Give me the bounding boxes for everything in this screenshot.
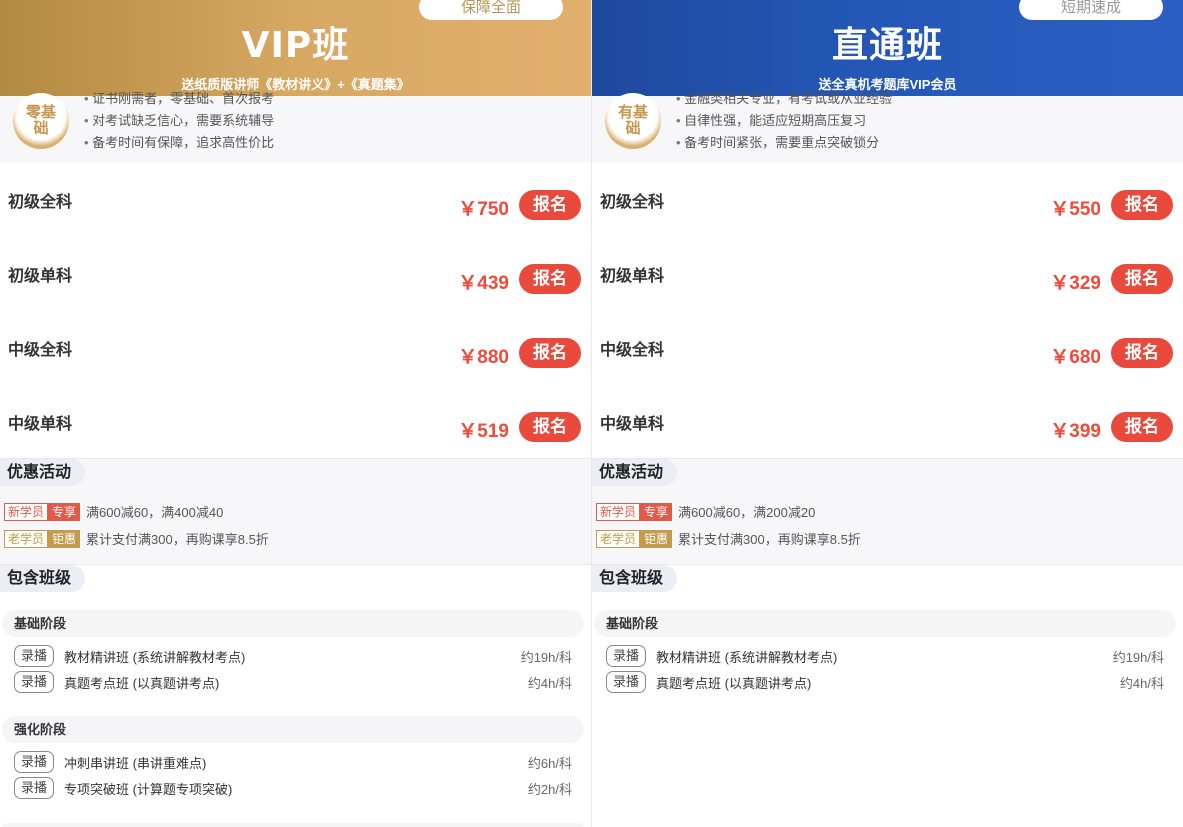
class-item: 录播 真题考点班 (以真题讲考点) 约4h/科	[14, 670, 572, 694]
class-item: 录播 专项突破班 (计算题专项突破) 约2h/科	[14, 776, 572, 800]
level-badge-icon: 零基础	[13, 93, 69, 149]
direct-class-column: 短期速成 直通班 送全真机考题库VIP会员 有基础 金融类相关专业，有考试或从业…	[592, 0, 1183, 827]
recorded-tag: 录播	[14, 751, 54, 773]
signup-button[interactable]: 报名	[519, 190, 581, 220]
vip-header: 保障全面 VIP班 送纸质版讲师《教材讲义》+《真题集》	[0, 0, 591, 96]
class-duration: 约19h/科	[1112, 649, 1164, 665]
profile-item: 备考时间紧张，需要重点突破锁分	[676, 132, 892, 154]
promo-new-text: 满600减60，满200减20	[678, 505, 816, 520]
profile-item: 证书刚需者，零基础、首次报考	[84, 88, 274, 110]
course-price: ￥680	[1050, 347, 1101, 368]
class-duration: 约4h/科	[527, 675, 572, 691]
course-name: 中级全科	[600, 342, 665, 359]
included-title: 包含班级	[0, 565, 86, 592]
stage-header: 基础阶段	[594, 610, 1176, 637]
recorded-tag: 录播	[14, 645, 54, 667]
class-duration: 约4h/科	[1119, 675, 1164, 691]
direct-tag: 短期速成	[1019, 0, 1163, 20]
course-price: ￥399	[1050, 421, 1101, 442]
course-row: 中级全科 ￥680 报名	[592, 310, 1183, 384]
course-price: ￥329	[1050, 273, 1101, 294]
profile-item: 自律性强，能适应短期高压复习	[676, 110, 892, 132]
course-name: 中级单科	[8, 416, 73, 433]
vip-class-column: 保障全面 VIP班 送纸质版讲师《教材讲义》+《真题集》 零基础 证书刚需者，零…	[0, 0, 592, 827]
course-price: ￥880	[458, 347, 509, 368]
signup-button[interactable]: 报名	[1111, 264, 1173, 294]
profile-item: 对考试缺乏信心，需要系统辅导	[84, 110, 274, 132]
course-name: 初级单科	[600, 268, 665, 285]
signup-button[interactable]: 报名	[1111, 412, 1173, 442]
recorded-tag: 录播	[14, 777, 54, 799]
vip-profile: 零基础 证书刚需者，零基础、首次报考 对考试缺乏信心，需要系统辅导 备考时间有保…	[0, 91, 591, 162]
recorded-tag: 录播	[606, 645, 646, 667]
signup-button[interactable]: 报名	[1111, 190, 1173, 220]
course-price: ￥519	[458, 421, 509, 442]
new-student-tag: 新学员 专享	[596, 502, 673, 521]
included-section: 包含班级 基础阶段 录播 教材精讲班 (系统讲解教材考点) 约19h/科 录播 …	[0, 564, 591, 827]
promo-old-text: 累计支付满300，再购课享8.5折	[86, 532, 269, 547]
promo-old: 老学员 钜惠 累计支付满300，再购课享8.5折	[596, 529, 861, 548]
course-price: ￥750	[458, 199, 509, 220]
promo-title: 优惠活动	[592, 459, 678, 486]
stage-header: 基础阶段	[2, 610, 584, 637]
class-name: 教材精讲班 (系统讲解教材考点)	[656, 649, 838, 665]
class-name: 真题考点班 (以真题讲考点)	[64, 675, 220, 691]
vip-profile-list: 证书刚需者，零基础、首次报考 对考试缺乏信心，需要系统辅导 备考时间有保障，追求…	[84, 88, 274, 154]
old-student-tag: 老学员 钜惠	[4, 529, 81, 548]
class-duration: 约6h/科	[527, 755, 572, 771]
signup-button[interactable]: 报名	[519, 264, 581, 294]
course-name: 初级单科	[8, 268, 73, 285]
course-price: ￥550	[1050, 199, 1101, 220]
signup-button[interactable]: 报名	[519, 412, 581, 442]
class-name: 冲刺串讲班 (串讲重难点)	[64, 755, 207, 771]
level-badge-icon: 有基础	[605, 93, 661, 149]
stage-header: 强化阶段	[2, 716, 584, 743]
next-stage-strip	[2, 823, 584, 827]
direct-header: 短期速成 直通班 送全真机考题库VIP会员	[592, 0, 1183, 96]
course-row: 初级全科 ￥550 报名	[592, 162, 1183, 236]
recorded-tag: 录播	[14, 671, 54, 693]
class-name: 教材精讲班 (系统讲解教材考点)	[64, 649, 246, 665]
course-row: 初级单科 ￥329 报名	[592, 236, 1183, 310]
class-name: 专项突破班 (计算题专项突破)	[64, 781, 233, 797]
class-duration: 约2h/科	[527, 781, 572, 797]
profile-item: 金融类相关专业，有考试或从业经验	[676, 88, 892, 110]
signup-button[interactable]: 报名	[1111, 338, 1173, 368]
course-name: 中级单科	[600, 416, 665, 433]
signup-button[interactable]: 报名	[519, 338, 581, 368]
direct-profile: 有基础 金融类相关专业，有考试或从业经验 自律性强，能适应短期高压复习 备考时间…	[592, 91, 1183, 162]
promo-new-text: 满600减60，满400减40	[86, 505, 224, 520]
recorded-tag: 录播	[606, 671, 646, 693]
promo-title: 优惠活动	[0, 459, 86, 486]
course-name: 初级全科	[8, 194, 73, 211]
class-item: 录播 真题考点班 (以真题讲考点) 约4h/科	[606, 670, 1164, 694]
class-duration: 约19h/科	[520, 649, 572, 665]
old-student-tag: 老学员 钜惠	[596, 529, 673, 548]
class-item: 录播 教材精讲班 (系统讲解教材考点) 约19h/科	[14, 644, 572, 668]
course-row: 初级全科 ￥750 报名	[0, 162, 591, 236]
course-row: 中级全科 ￥880 报名	[0, 310, 591, 384]
included-section: 包含班级 基础阶段 录播 教材精讲班 (系统讲解教材考点) 约19h/科 录播 …	[592, 564, 1183, 827]
class-item: 录播 冲刺串讲班 (串讲重难点) 约6h/科	[14, 750, 572, 774]
promo-section: 优惠活动 新学员 专享 满600减60，满200减20 老学员 钜惠 累计支付满30…	[592, 458, 1183, 564]
profile-item: 备考时间有保障，追求高性价比	[84, 132, 274, 154]
new-student-tag: 新学员 专享	[4, 502, 81, 521]
class-name: 真题考点班 (以真题讲考点)	[656, 675, 812, 691]
course-name: 初级全科	[600, 194, 665, 211]
promo-new: 新学员 专享 满600减60，满200减20	[596, 502, 815, 521]
promo-old-text: 累计支付满300，再购课享8.5折	[678, 532, 861, 547]
vip-tag: 保障全面	[419, 0, 563, 20]
promo-new: 新学员 专享 满600减60，满400减40	[4, 502, 223, 521]
course-name: 中级全科	[8, 342, 73, 359]
class-item: 录播 教材精讲班 (系统讲解教材考点) 约19h/科	[606, 644, 1164, 668]
direct-profile-list: 金融类相关专业，有考试或从业经验 自律性强，能适应短期高压复习 备考时间紧张，需…	[676, 88, 892, 154]
promo-old: 老学员 钜惠 累计支付满300，再购课享8.5折	[4, 529, 269, 548]
promo-section: 优惠活动 新学员 专享 满600减60，满400减40 老学员 钜惠 累计支付满30…	[0, 458, 591, 564]
included-title: 包含班级	[592, 565, 678, 592]
course-row: 中级单科 ￥519 报名	[0, 384, 591, 458]
course-price: ￥439	[458, 273, 509, 294]
course-row: 中级单科 ￥399 报名	[592, 384, 1183, 458]
course-row: 初级单科 ￥439 报名	[0, 236, 591, 310]
